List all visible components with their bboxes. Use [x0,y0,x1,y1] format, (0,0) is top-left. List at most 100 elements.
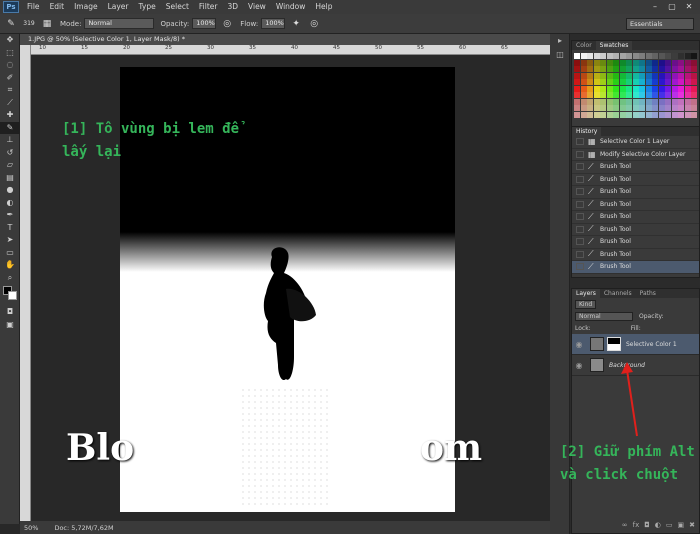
swatch[interactable] [639,98,645,105]
swatch[interactable] [626,92,632,98]
swatch[interactable] [691,85,697,92]
swatch[interactable] [658,85,665,92]
swatch[interactable] [606,111,613,118]
swatch[interactable] [632,59,639,66]
swatch[interactable] [645,53,652,59]
link-layers-icon[interactable]: ∞ [622,521,628,531]
swatch[interactable] [619,72,626,79]
menu-layer[interactable]: Layer [103,0,134,14]
swatch[interactable] [632,105,639,111]
swatch[interactable] [671,66,678,72]
adjustment-icon[interactable]: ◐ [655,521,661,531]
swatch[interactable] [678,105,684,111]
close-button[interactable]: ✕ [682,1,696,12]
swatch[interactable] [613,85,619,92]
swatch[interactable] [580,53,587,59]
swatch[interactable] [580,105,587,111]
doc-size[interactable]: Doc: 5,72M/7,62M [54,524,113,532]
layer-row-selective-color[interactable]: ◉ Selective Color 1 [572,334,699,355]
swatch[interactable] [645,98,652,105]
brush-panel-icon[interactable]: ▦ [40,17,54,31]
document-tab[interactable]: 1.JPG @ 50% (Selective Color 1, Layer Ma… [20,34,550,45]
airbrush-icon[interactable]: ✦ [289,17,303,31]
swatch[interactable] [684,59,691,66]
swatch[interactable] [691,79,697,85]
swatch[interactable] [691,53,697,59]
tab-channels[interactable]: Channels [600,289,636,298]
swatch[interactable] [626,53,632,59]
brush-size-icon[interactable]: 319 [22,17,36,31]
swatch[interactable] [645,79,652,85]
swatch[interactable] [619,79,626,85]
swatch[interactable] [645,72,652,79]
swatch[interactable] [678,53,684,59]
swatch[interactable] [639,79,645,85]
mode-select[interactable]: Normal [84,18,155,29]
swatch[interactable] [600,66,606,72]
color-swatches[interactable] [0,284,19,306]
swatch[interactable] [632,79,639,85]
swatch[interactable] [613,66,619,72]
opacity-field[interactable]: 100% [192,18,217,29]
swatch[interactable] [632,72,639,79]
swatch[interactable] [658,59,665,66]
swatch[interactable] [613,92,619,98]
swatch[interactable] [626,59,632,66]
swatch[interactable] [606,66,613,72]
maximize-button[interactable]: ▢ [665,1,679,12]
swatch[interactable] [652,98,658,105]
swatch[interactable] [619,92,626,98]
swatch[interactable] [574,105,580,111]
swatch[interactable] [691,111,697,118]
swatch[interactable] [619,105,626,111]
swatch[interactable] [652,72,658,79]
swatch[interactable] [678,92,684,98]
swatch[interactable] [593,66,600,72]
swatch[interactable] [684,72,691,79]
swatch[interactable] [652,53,658,59]
swatch[interactable] [684,79,691,85]
swatch[interactable] [619,66,626,72]
swatch[interactable] [671,105,678,111]
swatch[interactable] [671,79,678,85]
swatch[interactable] [574,66,580,72]
swatch[interactable] [678,98,684,105]
swatch[interactable] [626,72,632,79]
pressure-opacity-icon[interactable]: ◎ [220,17,234,31]
swatch[interactable] [684,92,691,98]
menu-edit[interactable]: Edit [45,0,70,14]
swatch[interactable] [665,85,671,92]
swatch[interactable] [665,98,671,105]
swatch[interactable] [658,79,665,85]
swatch[interactable] [606,79,613,85]
swatch[interactable] [658,105,665,111]
swatch[interactable] [600,72,606,79]
swatch[interactable] [613,105,619,111]
fx-icon[interactable]: fx [633,521,640,531]
swatch[interactable] [593,79,600,85]
swatch[interactable] [600,53,606,59]
swatch[interactable] [587,59,593,66]
swatch[interactable] [626,79,632,85]
history-item[interactable]: ⟋ Brush Tool [572,224,699,236]
swatch[interactable] [665,53,671,59]
swatch[interactable] [645,85,652,92]
flow-field[interactable]: 100% [261,18,286,29]
group-icon[interactable]: ▭ [666,521,673,531]
swatch[interactable] [678,111,684,118]
swatch[interactable] [587,53,593,59]
swatch[interactable] [606,72,613,79]
swatch[interactable] [574,98,580,105]
swatch[interactable] [665,105,671,111]
tab-swatches[interactable]: Swatches [595,41,633,50]
swatch[interactable] [678,79,684,85]
swatch[interactable] [606,85,613,92]
swatch[interactable] [593,59,600,66]
swatch[interactable] [652,59,658,66]
eye-icon[interactable]: ◉ [572,361,586,370]
history-item[interactable]: ⟋ Brush Tool [572,174,699,186]
screen-mode-icon[interactable]: ▣ [0,319,20,332]
tab-paths[interactable]: Paths [636,289,660,298]
swatch[interactable] [645,59,652,66]
swatch[interactable] [606,98,613,105]
